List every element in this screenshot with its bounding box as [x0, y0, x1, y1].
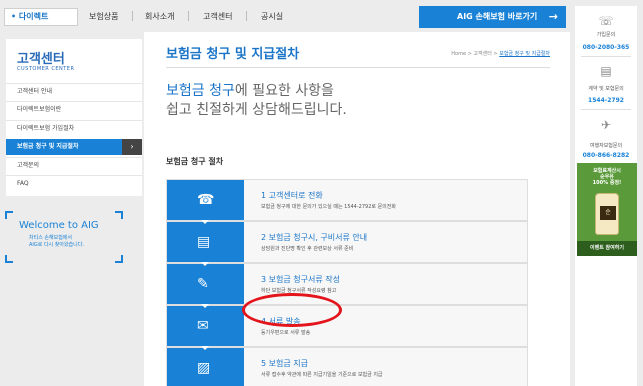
gift-icon: ▨	[197, 360, 211, 376]
step-icon-box: ▤	[167, 220, 244, 262]
step-icon-box: ▨	[167, 346, 244, 386]
step-description: 등기우편으로 서류 발송	[261, 330, 311, 336]
caret-down-icon	[201, 304, 209, 308]
sidebar-item-join-process[interactable]: 다이렉트보험 가입절차	[6, 120, 142, 136]
milk-promo-banner[interactable]: 보험료계산시 순우유 100% 증정! 순 이벤트 참여하기	[577, 163, 637, 256]
nav-direct-home[interactable]: • 다이렉트	[4, 8, 78, 26]
step-description: 상담원과 진단명 확인 후 관련보상 서류 준비	[261, 246, 354, 252]
airplane-icon: ✈	[600, 118, 612, 132]
step-item: ✉ 4 서류 발송 등기우편으로 서류 발송	[166, 304, 528, 347]
divider	[581, 109, 631, 110]
bracket-decoration	[5, 255, 13, 263]
divider	[581, 56, 631, 57]
sidebar-item-center-guide[interactable]: 고객센터 안내	[6, 83, 142, 99]
breadcrumb-home[interactable]: Home	[451, 51, 466, 57]
step-item: ▨ 5 보험금 지급 서류 접수후 약관에 따른 지급기일을 기준으로 보험금 …	[166, 346, 528, 386]
lead-rest: 에 필요한 사항을	[234, 83, 334, 99]
lead-text: 보험금 청구에 필요한 사항을 쉽고 친절하게 상담해드립니다.	[166, 82, 526, 120]
welcome-banner[interactable]: Welcome to AIG 차티스 손해보험에서 AIG로 다시 찾아왔습니다…	[5, 211, 123, 263]
page-title: 보험금 청구 및 지급절차	[166, 47, 300, 62]
lead-highlight: 보험금 청구	[166, 83, 235, 99]
aig-link-label: AIG 손해보험 바로가기	[457, 12, 538, 21]
step-icon-box: ☎	[167, 180, 244, 220]
divider	[166, 67, 550, 68]
caret-down-icon	[201, 220, 209, 224]
sidebar: 고객센터 CUSTOMER CENTER 고객센터 안내 다이렉트보험이란 다이…	[6, 39, 142, 196]
rail-number[interactable]: 080-866-8282	[575, 152, 637, 159]
bracket-decoration	[115, 211, 123, 219]
step-icon-box: ✎	[167, 262, 244, 304]
sidebar-title: 고객센터	[17, 52, 65, 67]
step-item: ✎ 3 보험금 청구서류 작성 하단 보험금 청구서류 작성요령 참고	[166, 262, 528, 305]
rail-number[interactable]: 080-2080-365	[575, 44, 637, 51]
step-icon-box: ✉	[167, 304, 244, 346]
lead-line-2: 쉽고 친절하게 상담해드립니다.	[166, 102, 347, 118]
nav-item-products[interactable]: 보험상품	[89, 11, 118, 22]
nav-item-disclosure[interactable]: 공시실	[261, 11, 283, 22]
sidebar-subtitle: CUSTOMER CENTER	[17, 66, 75, 72]
phone-signal-icon: ☏	[598, 14, 614, 28]
nav-item-customer-center[interactable]: 고객센터	[203, 11, 232, 22]
main-content: 보험금 청구 및 지급절차 Home > 고객센터 > 보험금 청구 및 지급절…	[144, 32, 570, 386]
sidebar-item-direct-insurance[interactable]: 다이렉트보험이란	[6, 101, 142, 117]
nav-separator	[132, 11, 133, 21]
step-description: 보험금 청구에 대한 문의가 있으실 때는 1544-2792로 문의전화	[261, 204, 396, 210]
chevron-right-icon: ›	[122, 139, 142, 155]
rail-label: 여행자보험문의	[589, 143, 623, 149]
sidebar-item-inquiry[interactable]: 고객문의	[6, 157, 142, 173]
rail-label: 계약 및 보험문의	[588, 86, 624, 92]
step-title: 3 보험금 청구서류 작성	[261, 275, 340, 284]
rail-number[interactable]: 1544-2792	[575, 97, 637, 104]
step-title: 2 보험금 청구시, 구비서류 안내	[261, 233, 368, 242]
nav-item-company[interactable]: 회사소개	[145, 11, 174, 22]
claim-icon: ▤	[600, 64, 612, 78]
promo-text: 보험료계산시 순우유 100% 증정!	[577, 168, 637, 186]
milk-bottle-image: 순	[595, 193, 619, 235]
breadcrumb: Home > 고객센터 > 보험금 청구 및 지급절차	[451, 50, 550, 57]
rail-label: 가입문의	[596, 32, 616, 38]
step-description: 서류 접수후 약관에 따른 지급기일을 기준으로 보험금 지급	[261, 372, 383, 378]
step-item: ☎ 1 고객센터로 전화 보험금 청구에 대한 문의가 있으실 때는 1544-…	[166, 179, 528, 221]
breadcrumb-separator: >	[493, 51, 498, 57]
bracket-decoration	[5, 211, 13, 219]
breadcrumb-current: 보험금 청구 및 지급절차	[499, 51, 550, 57]
section-title: 보험금 청구 절차	[166, 157, 224, 166]
page-root: • 다이렉트 보험상품 회사소개 고객센터 공시실 AIG 손해보험 바로가기 …	[0, 0, 643, 386]
promo-line-3: 100% 증정!	[592, 180, 622, 186]
caret-down-icon	[201, 346, 209, 350]
pen-icon: ✎	[197, 276, 209, 292]
document-icon: ▤	[197, 234, 211, 250]
sidebar-item-faq[interactable]: FAQ	[6, 175, 142, 191]
arrow-right-icon: →	[548, 10, 558, 23]
nav-separator	[246, 11, 247, 21]
breadcrumb-separator: >	[467, 51, 472, 57]
welcome-subtitle: 차티스 손해보험에서 AIG로 다시 찾아왔습니다.	[29, 235, 84, 249]
welcome-line-1: 차티스 손해보험에서	[29, 235, 72, 241]
step-item: ▤ 2 보험금 청구시, 구비서류 안내 상담원과 진단명 확인 후 관련보상 …	[166, 220, 528, 263]
step-title: 5 보험금 지급	[261, 359, 308, 368]
breadcrumb-parent[interactable]: 고객센터	[473, 51, 491, 57]
step-title: 1 고객센터로 전화	[261, 191, 323, 200]
caret-down-icon	[201, 262, 209, 266]
welcome-title: Welcome to AIG	[19, 220, 99, 231]
welcome-line-2: AIG로 다시 찾아왔습니다.	[29, 242, 84, 248]
top-nav: • 다이렉트 보험상품 회사소개 고객센터 공시실 AIG 손해보험 바로가기 …	[0, 0, 570, 32]
bottle-label: 순	[600, 206, 616, 220]
bracket-decoration	[115, 255, 123, 263]
highlight-circle-annotation	[242, 293, 342, 327]
nav-separator	[188, 11, 189, 21]
phone-icon: ☎	[197, 192, 215, 208]
aig-link-button[interactable]: AIG 손해보험 바로가기 →	[419, 6, 566, 28]
envelope-icon: ✉	[197, 318, 209, 334]
event-join-button[interactable]: 이벤트 참여하기	[577, 241, 637, 256]
